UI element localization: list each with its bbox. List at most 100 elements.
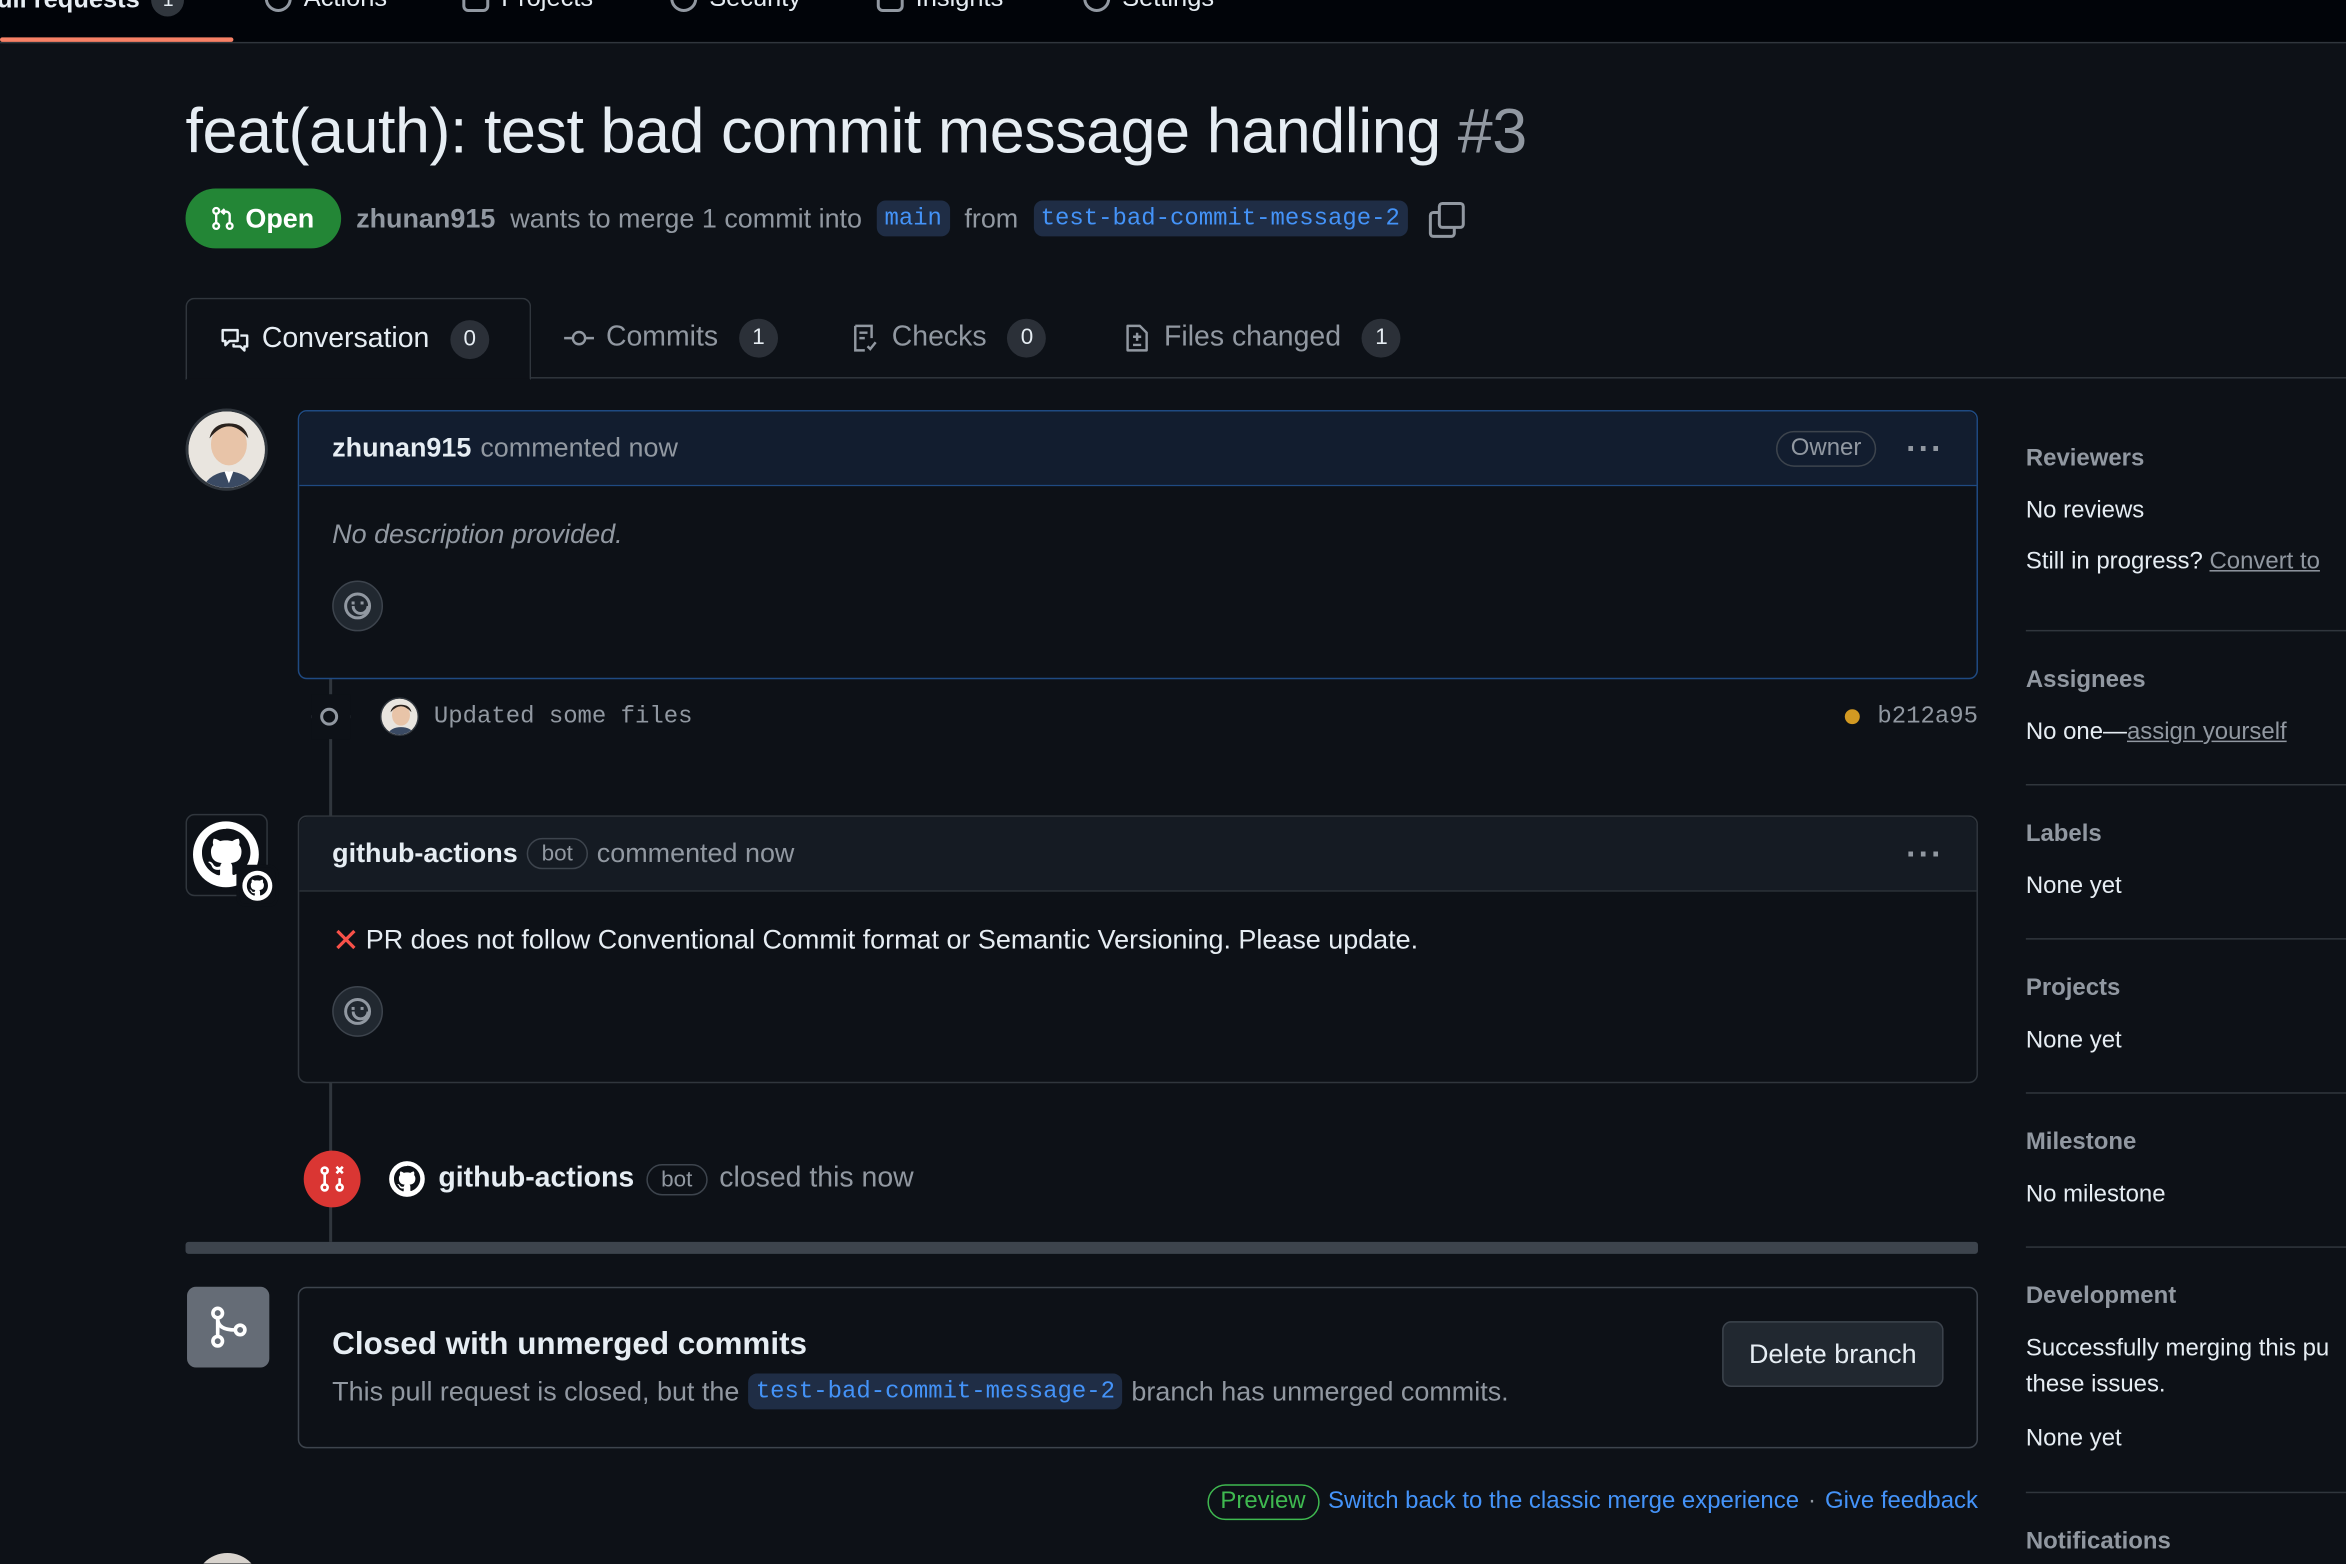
labels-value: None yet (2025, 873, 2122, 900)
nav-insights[interactable]: Insights (876, 0, 1004, 13)
nav-pull-requests-count: 1 (151, 0, 185, 17)
pr-title: feat(auth): test bad commit message hand… (185, 95, 1442, 167)
pr-tabs: Conversation 0 Commits 1 Checks 0 Files … (185, 297, 2346, 381)
owner-badge: Owner (1775, 430, 1877, 467)
kebab-menu-icon[interactable]: ··· (1906, 431, 1943, 464)
sidebar-divider (2025, 629, 2346, 632)
separator: · (1807, 1488, 1816, 1515)
nav-security[interactable]: Security (670, 0, 801, 13)
commit-message-link[interactable]: Updated some files (434, 703, 693, 730)
reviewers-title[interactable]: Reviewers (2026, 446, 2346, 473)
comment-author[interactable]: zhunan915 (332, 432, 471, 463)
notifications-title: Notifications (2025, 1529, 2171, 1555)
milestone-value: No milestone (2025, 1181, 2166, 1208)
commit-author-avatar[interactable] (380, 697, 419, 737)
commit-icon (311, 694, 351, 740)
closed-text: closed this now (719, 1162, 914, 1194)
nav-settings-label: Settings (1122, 0, 1214, 13)
file-diff-icon (1126, 324, 1148, 352)
delete-branch-button[interactable]: Delete branch (1722, 1321, 1944, 1387)
graph-icon (876, 0, 904, 12)
labels-title[interactable]: Labels (2026, 821, 2346, 848)
github-logo-icon (242, 870, 273, 901)
commit-event: Updated some files b212a95 (311, 694, 1978, 740)
merge-text: wants to merge 1 commit into (510, 202, 863, 233)
sidebar-notifications: Notifications (2026, 1529, 2346, 1556)
sidebar-divider (2025, 1092, 2346, 1094)
github-logo-icon[interactable] (388, 1160, 427, 1199)
closed-actor[interactable]: github-actions (438, 1163, 634, 1196)
tab-checks-label: Checks (891, 321, 987, 354)
nav-projects[interactable]: Projects (462, 0, 593, 13)
shield-icon (670, 0, 698, 12)
copy-icon[interactable] (1428, 201, 1465, 238)
tab-checks-count: 0 (1007, 318, 1047, 358)
add-reaction-button[interactable] (332, 985, 384, 1037)
checklist-icon (854, 324, 877, 352)
base-branch[interactable]: main (876, 200, 950, 237)
bot-badge: bot (526, 837, 588, 870)
give-feedback-link[interactable]: Give feedback (1825, 1489, 1978, 1516)
tab-files-changed[interactable]: Files changed 1 (1122, 298, 1401, 379)
nav-insights-label: Insights (916, 0, 1004, 13)
nav-actions[interactable]: Actions (264, 0, 387, 13)
merge-status-heading: Closed with unmerged commits (332, 1327, 808, 1362)
head-branch[interactable]: test-bad-commit-message-2 (1033, 200, 1408, 237)
assignees-value: No one—assign yourself (2026, 720, 2346, 747)
convert-to-draft-link[interactable]: Convert to (2209, 549, 2319, 574)
projects-title[interactable]: Projects (2026, 976, 2346, 1003)
sidebar-divider (2025, 938, 2346, 940)
add-reaction-button[interactable] (332, 580, 384, 632)
pr-description-comment: zhunan915 commented now Owner ··· No des… (297, 409, 1978, 680)
from-text: from (964, 202, 1019, 233)
comment-text: No description provided. (332, 519, 623, 550)
state-label: Open (245, 202, 315, 233)
milestone-title[interactable]: Milestone (2026, 1130, 2346, 1157)
merge-branch[interactable]: test-bad-commit-message-2 (748, 1373, 1123, 1410)
nav-actions-label: Actions (304, 0, 387, 13)
preview-badge: Preview (1206, 1484, 1320, 1521)
tab-conversation[interactable]: Conversation 0 (185, 297, 532, 381)
assignees-title[interactable]: Assignees (2026, 667, 2346, 694)
commit-sha-link[interactable]: b212a95 (1877, 703, 1978, 730)
nav-pull-requests-label: ull requests (0, 0, 140, 15)
github-app-badge-icon (236, 864, 279, 907)
development-title[interactable]: Development (2026, 1284, 2346, 1311)
gear-icon (1083, 0, 1111, 12)
state-badge: Open (185, 188, 342, 249)
switch-classic-link[interactable]: Switch back to the classic merge experie… (1328, 1489, 1799, 1516)
sidebar-divider (2025, 1491, 2346, 1494)
assign-yourself-link[interactable]: assign yourself (2127, 720, 2287, 745)
tab-commits[interactable]: Commits 1 (564, 298, 778, 379)
page-root: ull requests 1 Actions Projects Security… (0, 0, 2346, 1564)
tab-commits-count: 1 (739, 318, 778, 358)
sidebar-divider (2025, 1246, 2346, 1248)
pending-status-icon[interactable] (1844, 709, 1860, 725)
avatar[interactable] (194, 1553, 261, 1564)
sidebar-labels: Labels None yet (2026, 821, 2346, 900)
comment-author[interactable]: github-actions (332, 838, 518, 869)
nav-pull-requests[interactable]: ull requests 1 (0, 0, 185, 17)
kebab-menu-icon[interactable]: ··· (1906, 836, 1943, 869)
comment-body: ✕ PR does not follow Conventional Commit… (299, 892, 1976, 1037)
git-merge-icon (187, 1286, 270, 1368)
pr-author-link[interactable]: zhunan915 (356, 203, 495, 234)
sidebar-projects: Projects None yet (2026, 976, 2346, 1055)
merge-text-before: This pull request is closed, but the (332, 1375, 740, 1406)
pr-state-row: Open zhunan915 wants to merge 1 commit i… (185, 188, 1465, 249)
tab-checks[interactable]: Checks 0 (850, 298, 1047, 379)
nav-active-indicator (0, 37, 234, 42)
reviewers-value: No reviews (2025, 498, 2145, 524)
closed-event: github-actions bot closed this now (303, 1150, 914, 1208)
avatar[interactable] (185, 408, 268, 491)
comment-meta: commented now (480, 432, 678, 463)
nav-settings[interactable]: Settings (1083, 0, 1214, 13)
tab-commits-label: Commits (605, 321, 719, 354)
merge-status-box: Closed with unmerged commits This pull r… (297, 1286, 1978, 1449)
tab-conversation-count: 0 (450, 319, 490, 359)
comment-body: No description provided. (299, 486, 1976, 632)
page-title: feat(auth): test bad commit message hand… (185, 95, 1528, 168)
nav-security-label: Security (709, 0, 801, 13)
tab-files-changed-label: Files changed (1164, 321, 1342, 354)
bot-avatar[interactable] (185, 813, 279, 907)
